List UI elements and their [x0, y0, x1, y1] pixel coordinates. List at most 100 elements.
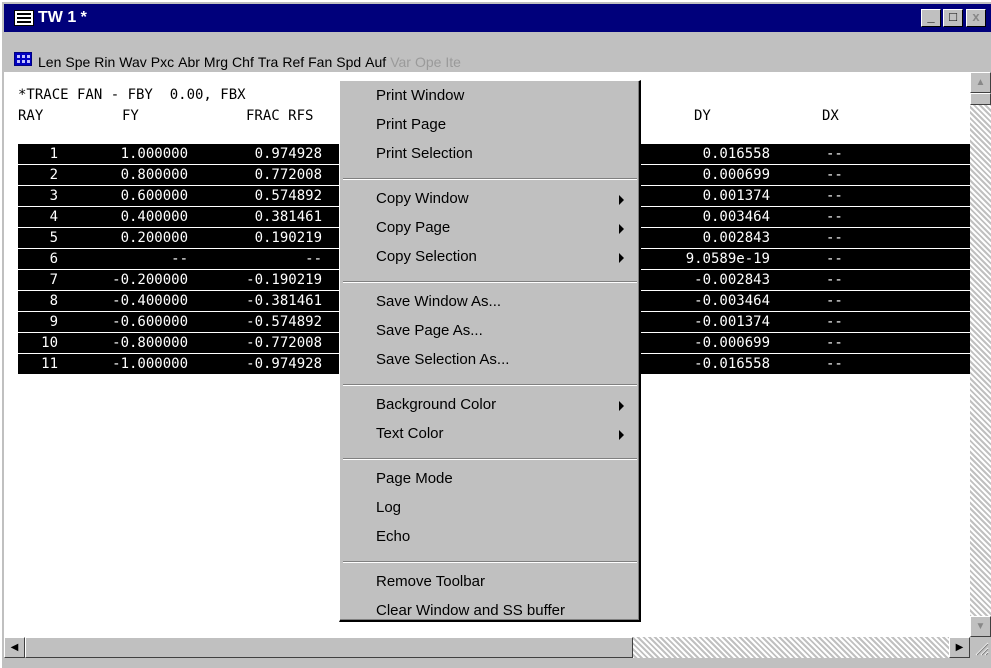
col-header-dy: DY: [694, 108, 711, 124]
submenu-arrow-icon: [619, 401, 624, 411]
menu-item-print-page[interactable]: Print Page: [376, 114, 636, 136]
horizontal-scrollbar[interactable]: ◀ ▶: [4, 637, 970, 658]
submenu-arrow-icon: [619, 224, 624, 234]
menu-separator: [343, 561, 637, 563]
toolbar-item-tra[interactable]: Tra: [258, 54, 278, 70]
toolbar-item-pxc[interactable]: Pxc: [151, 54, 174, 70]
close-button[interactable]: x: [966, 9, 986, 27]
cell-frac: -0.974928: [246, 356, 322, 372]
cell-dx: --: [826, 335, 843, 351]
cell-frac: --: [305, 251, 322, 267]
cell-ray: 11: [41, 356, 58, 372]
cell-fy: 0.200000: [120, 230, 188, 246]
cell-fy: -1.000000: [112, 356, 188, 372]
vertical-scrollbar[interactable]: ▲ ▼: [970, 72, 991, 637]
menu-item-print-window[interactable]: Print Window: [376, 85, 636, 107]
toolbar-item-abr[interactable]: Abr: [178, 54, 200, 70]
menu-item-background-color[interactable]: Background Color: [376, 394, 636, 416]
menu-item-page-mode[interactable]: Page Mode: [376, 468, 636, 490]
menu-item-label: Save Window As...: [376, 293, 502, 310]
toolbar-item-wav[interactable]: Wav: [119, 54, 146, 70]
cell-dy: -0.016558: [694, 356, 770, 372]
cell-frac: -0.190219: [246, 272, 322, 288]
cell-dy: -0.000699: [694, 335, 770, 351]
menu-item-save-window-as[interactable]: Save Window As...: [376, 291, 636, 313]
menu-item-label: Page Mode: [376, 470, 453, 487]
cell-dy: 0.002843: [702, 230, 770, 246]
menu-item-log[interactable]: Log: [376, 497, 636, 519]
menu-item-label: Print Selection: [376, 145, 473, 162]
menu-separator: [343, 178, 637, 180]
toolbar-item-ope: Ope: [414, 54, 442, 70]
menu-separator: [343, 384, 637, 386]
cell-dx: --: [826, 272, 843, 288]
vertical-scroll-thumb[interactable]: [970, 93, 991, 105]
toolbar-item-len[interactable]: Len: [38, 54, 61, 70]
cell-ray: 6: [49, 251, 58, 267]
menu-item-save-page-as[interactable]: Save Page As...: [376, 320, 636, 342]
toolbar-grid-icon[interactable]: [14, 52, 32, 66]
cell-ray: 5: [49, 230, 58, 246]
cell-frac: 0.190219: [254, 230, 322, 246]
cell-ray: 10: [41, 335, 58, 351]
cell-ray: 3: [49, 188, 58, 204]
cell-ray: 7: [49, 272, 58, 288]
cell-frac: 0.574892: [254, 188, 322, 204]
menu-item-label: Copy Page: [376, 219, 451, 236]
toolbar-item-rin[interactable]: Rin: [94, 54, 115, 70]
cell-dx: --: [826, 209, 843, 225]
scroll-right-arrow-icon[interactable]: ▶: [949, 637, 970, 658]
menu-item-echo[interactable]: Echo: [376, 526, 636, 548]
menu-item-label: Save Page As...: [376, 322, 483, 339]
menu-item-print-selection[interactable]: Print Selection: [376, 143, 636, 165]
cell-dx: --: [826, 356, 843, 372]
menu-item-copy-selection[interactable]: Copy Selection: [376, 246, 636, 268]
submenu-arrow-icon: [619, 195, 624, 205]
menu-item-clear-window-and-ss-buffer[interactable]: Clear Window and SS buffer: [376, 600, 636, 622]
toolbar-item-ref[interactable]: Ref: [282, 54, 304, 70]
toolbar-item-spd[interactable]: Spd: [336, 54, 361, 70]
menu-item-label: Echo: [376, 528, 411, 545]
title-bar[interactable]: TW 1 * _ □ x: [4, 4, 991, 32]
scroll-up-arrow-icon[interactable]: ▲: [970, 72, 991, 93]
menu-item-copy-window[interactable]: Copy Window: [376, 188, 636, 210]
toolbar-item-chf[interactable]: Chf: [232, 54, 254, 70]
cell-ray: 4: [49, 209, 58, 225]
menu-item-label: Save Selection As...: [376, 351, 510, 368]
toolbar-item-mrg[interactable]: Mrg: [204, 54, 228, 70]
col-header-fy: FY: [122, 108, 139, 124]
menu-item-label: Copy Window: [376, 190, 469, 207]
scroll-down-arrow-icon[interactable]: ▼: [970, 616, 991, 637]
cell-dy: 0.001374: [702, 188, 770, 204]
toolbar-item-spe[interactable]: Spe: [65, 54, 90, 70]
cell-dy: 0.003464: [702, 209, 770, 225]
cell-dy: 9.0589e-19: [685, 251, 770, 267]
menu-item-save-selection-as[interactable]: Save Selection As...: [376, 349, 636, 371]
horizontal-scroll-thumb[interactable]: [25, 637, 633, 658]
command-toolbar: Len Spe Rin Wav Pxc Abr Mrg Chf Tra Ref Fan Spd Auf V…: [4, 32, 991, 72]
cell-dx: --: [826, 188, 843, 204]
cell-fy: 0.400000: [120, 209, 188, 225]
minimize-button[interactable]: _: [921, 9, 941, 27]
maximize-button[interactable]: □: [943, 9, 963, 27]
toolbar-item-ite: Ite: [445, 54, 461, 70]
col-header-dx: DX: [822, 108, 839, 124]
toolbar-item-fan[interactable]: Fan: [308, 54, 332, 70]
cell-fy: 0.600000: [120, 188, 188, 204]
cell-fy: --: [171, 251, 188, 267]
resize-grip-icon[interactable]: [970, 637, 991, 658]
cell-fy: 1.000000: [120, 146, 188, 162]
menu-item-label: Text Color: [376, 425, 444, 442]
scroll-left-arrow-icon[interactable]: ◀: [4, 637, 25, 658]
cell-frac: 0.381461: [254, 209, 322, 225]
col-header-frac: FRAC RFS: [246, 108, 314, 124]
cell-frac: -0.381461: [246, 293, 322, 309]
menu-item-label: Background Color: [376, 396, 497, 413]
cell-ray: 1: [49, 146, 58, 162]
menu-item-text-color[interactable]: Text Color: [376, 423, 636, 445]
window-menu-icon[interactable]: [14, 10, 34, 26]
menu-item-remove-toolbar[interactable]: Remove Toolbar: [376, 571, 636, 593]
toolbar-item-auf[interactable]: Auf: [365, 54, 386, 70]
cell-dx: --: [826, 314, 843, 330]
menu-item-copy-page[interactable]: Copy Page: [376, 217, 636, 239]
